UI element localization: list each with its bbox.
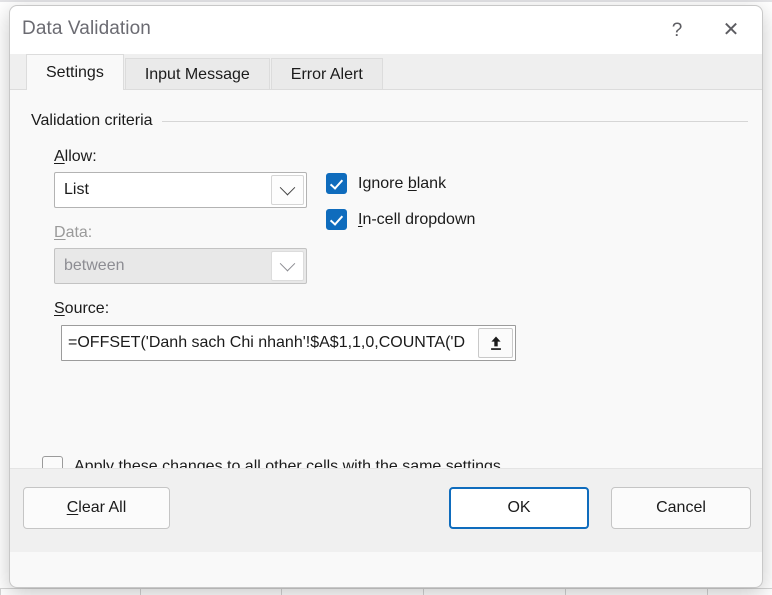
data-label: Data:	[54, 224, 92, 242]
source-label: Source:	[54, 300, 109, 318]
grid-col	[0, 588, 1, 595]
ok-button[interactable]: OK	[449, 487, 589, 529]
group-divider	[162, 121, 748, 122]
tab-settings-label: Settings	[46, 64, 104, 82]
clear-all-button[interactable]: Clear All	[23, 487, 170, 529]
dialog-footer: Clear All OK Cancel	[10, 468, 762, 552]
data-combobox: between	[54, 248, 307, 284]
grid-col	[281, 588, 282, 595]
close-icon: ✕	[723, 20, 740, 40]
cancel-button[interactable]: Cancel	[611, 487, 751, 529]
tab-error-alert-label: Error Alert	[291, 66, 363, 84]
ok-button-label: OK	[507, 499, 530, 517]
dialog-title: Data Validation	[22, 18, 151, 40]
cancel-button-label: Cancel	[656, 499, 706, 517]
tab-strip: Settings Input Message Error Alert	[10, 54, 762, 90]
allow-combobox[interactable]: List	[54, 172, 307, 208]
ignore-blank-checkbox[interactable]	[326, 173, 347, 194]
tab-error-alert[interactable]: Error Alert	[271, 58, 383, 90]
collapse-dialog-icon	[488, 335, 504, 352]
grid-col	[423, 588, 424, 595]
in-cell-dropdown-checkbox[interactable]	[326, 209, 347, 230]
clear-all-accelerator: C	[67, 499, 79, 517]
grid-col	[707, 588, 708, 595]
ignore-blank-accelerator: b	[408, 175, 417, 192]
close-button[interactable]: ✕	[708, 6, 754, 54]
validation-criteria-label: Validation criteria	[31, 112, 162, 130]
in-cell-dropdown-checkbox-row[interactable]: In-cell dropdown	[326, 209, 475, 230]
allow-label: Allow:	[54, 148, 97, 166]
settings-panel: Validation criteria Allow: List Data: be…	[10, 89, 762, 552]
data-dropdown-button	[271, 251, 304, 281]
chevron-down-icon	[280, 255, 296, 271]
ignore-blank-checkbox-row[interactable]: Ignore blank	[326, 173, 446, 194]
grid-row	[0, 0, 772, 2]
question-mark-icon: ?	[672, 21, 683, 40]
data-validation-dialog: Data Validation ? ✕ Settings Input Messa…	[9, 5, 763, 588]
allow-combobox-value: List	[55, 173, 271, 207]
chevron-down-icon	[280, 179, 296, 195]
data-combobox-value: between	[55, 249, 271, 283]
grid-row	[0, 588, 772, 589]
validation-criteria-group-header: Validation criteria	[31, 111, 748, 131]
dialog-titlebar: Data Validation ? ✕	[10, 6, 762, 54]
source-accelerator: S	[54, 300, 65, 317]
range-picker-button[interactable]	[478, 328, 513, 358]
allow-dropdown-button[interactable]	[271, 175, 304, 205]
tab-settings[interactable]: Settings	[26, 54, 124, 90]
grid-col	[140, 588, 141, 595]
in-cell-dropdown-label: In-cell dropdown	[358, 211, 475, 229]
tab-input-message[interactable]: Input Message	[125, 58, 270, 90]
source-input[interactable]: =OFFSET('Danh sach Chi nhanh'!$A$1,1,0,C…	[62, 326, 476, 360]
grid-col	[565, 588, 566, 595]
tab-input-message-label: Input Message	[145, 66, 250, 84]
allow-accelerator: A	[54, 148, 65, 165]
data-accelerator: D	[54, 224, 66, 241]
source-input-wrapper[interactable]: =OFFSET('Danh sach Chi nhanh'!$A$1,1,0,C…	[61, 325, 516, 361]
help-button[interactable]: ?	[654, 6, 700, 54]
ignore-blank-label: Ignore blank	[358, 175, 446, 193]
